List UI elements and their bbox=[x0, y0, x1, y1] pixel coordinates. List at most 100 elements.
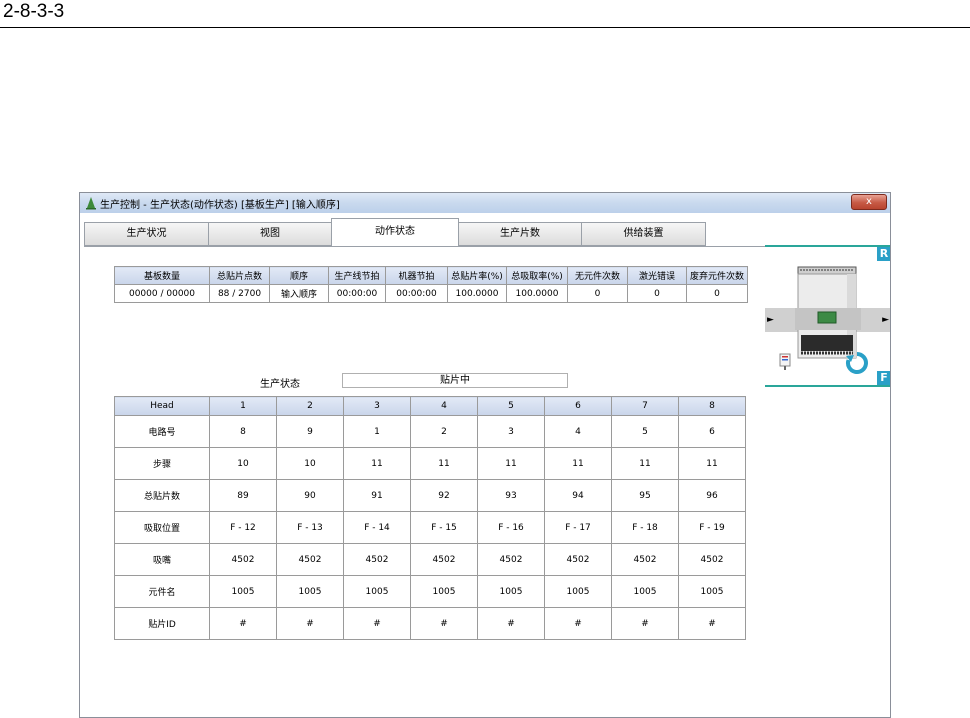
front-badge: F bbox=[877, 371, 890, 385]
tab-bar: 生产状况 视图 动作状态 生产片数 供给装置 bbox=[84, 218, 764, 247]
head-cell: # bbox=[343, 607, 411, 640]
head-number: 6 bbox=[544, 396, 612, 416]
head-row-label: 电路号 bbox=[114, 415, 210, 448]
head-number: 7 bbox=[611, 396, 679, 416]
production-control-window: 生产控制 - 生产状态(动作状态) [基板生产] [输入顺序] x 生产状况 视… bbox=[79, 192, 891, 718]
production-status-field: 贴片中 bbox=[342, 373, 568, 388]
tab-production-status[interactable]: 生产状况 bbox=[84, 222, 209, 246]
document-rule bbox=[0, 27, 970, 28]
head-cell: 4502 bbox=[544, 543, 612, 576]
head-row: 吸嘴 4502 4502 4502 4502 4502 4502 4502 4502 bbox=[114, 543, 746, 576]
summary-value: 0 bbox=[686, 284, 748, 303]
head-number: 3 bbox=[343, 396, 411, 416]
head-cell: F - 19 bbox=[678, 511, 746, 544]
head-header-label: Head bbox=[114, 396, 210, 416]
head-cell: 11 bbox=[477, 447, 545, 480]
head-row: 步骤 10 10 11 11 11 11 11 11 bbox=[114, 447, 746, 480]
tab-view[interactable]: 视图 bbox=[208, 222, 332, 246]
summary-header: 机器节拍 bbox=[385, 266, 448, 285]
head-cell: 93 bbox=[477, 479, 545, 512]
head-cell: 1005 bbox=[477, 575, 545, 608]
summary-header: 生产线节拍 bbox=[328, 266, 386, 285]
app-icon bbox=[86, 197, 96, 210]
summary-header: 基板数量 bbox=[114, 266, 210, 285]
summary-header: 总贴片率(%) bbox=[447, 266, 507, 285]
summary-value: 输入顺序 bbox=[269, 284, 329, 303]
close-button[interactable]: x bbox=[851, 194, 887, 210]
summary-value: 00:00:00 bbox=[385, 284, 448, 303]
rear-badge: R bbox=[877, 247, 890, 261]
window-title: 生产控制 - 生产状态(动作状态) [基板生产] [输入顺序] bbox=[100, 200, 340, 211]
head-cell: F - 14 bbox=[343, 511, 411, 544]
summary-value: 100.0000 bbox=[447, 284, 507, 303]
tab-production-count[interactable]: 生产片数 bbox=[458, 222, 582, 246]
panel-bottom-divider bbox=[765, 385, 890, 387]
head-cell: 11 bbox=[678, 447, 746, 480]
head-cell: 4502 bbox=[477, 543, 545, 576]
head-cell: 10 bbox=[276, 447, 344, 480]
head-cell: 1005 bbox=[544, 575, 612, 608]
summary-value: 100.0000 bbox=[506, 284, 568, 303]
head-cell: 1005 bbox=[410, 575, 478, 608]
conveyor-right-arrow-icon: ► bbox=[882, 315, 889, 325]
head-cell: 1005 bbox=[611, 575, 679, 608]
head-cell: 92 bbox=[410, 479, 478, 512]
summary-value: 0 bbox=[627, 284, 687, 303]
head-cell: 1005 bbox=[209, 575, 277, 608]
head-cell: # bbox=[209, 607, 277, 640]
head-header-row: Head 1 2 3 4 5 6 7 8 bbox=[114, 396, 746, 416]
head-cell: 8 bbox=[209, 415, 277, 448]
head-cell: 1005 bbox=[678, 575, 746, 608]
head-cell: 91 bbox=[343, 479, 411, 512]
summary-header: 总贴片点数 bbox=[209, 266, 270, 285]
head-cell: 5 bbox=[611, 415, 679, 448]
tab-feeder[interactable]: 供给装置 bbox=[581, 222, 706, 246]
tab-divider bbox=[84, 246, 766, 247]
head-number: 1 bbox=[209, 396, 277, 416]
head-cell: F - 16 bbox=[477, 511, 545, 544]
summary-value: 00:00:00 bbox=[328, 284, 386, 303]
head-row-label: 步骤 bbox=[114, 447, 210, 480]
summary-value: 00000 / 00000 bbox=[114, 284, 210, 303]
head-number: 5 bbox=[477, 396, 545, 416]
head-cell: 11 bbox=[611, 447, 679, 480]
summary-value: 0 bbox=[567, 284, 628, 303]
head-cell: 11 bbox=[544, 447, 612, 480]
head-cell: 4502 bbox=[343, 543, 411, 576]
head-cell: # bbox=[410, 607, 478, 640]
head-cell: 95 bbox=[611, 479, 679, 512]
summary-table: 基板数量 总贴片点数 顺序 生产线节拍 机器节拍 总贴片率(%) 总吸取率(%)… bbox=[114, 266, 748, 303]
head-cell: F - 17 bbox=[544, 511, 612, 544]
head-row: 吸取位置 F - 12 F - 13 F - 14 F - 15 F - 16 F - 17… bbox=[114, 511, 746, 544]
close-icon: x bbox=[866, 196, 872, 207]
conveyor-left-arrow-icon: ► bbox=[767, 315, 774, 325]
panel-top-divider bbox=[765, 245, 890, 247]
head-row-label: 元件名 bbox=[114, 575, 210, 608]
head-cell: 4 bbox=[544, 415, 612, 448]
head-cell: 96 bbox=[678, 479, 746, 512]
summary-header: 总吸取率(%) bbox=[506, 266, 568, 285]
head-row: 贴片ID # # # # # # # # bbox=[114, 607, 746, 640]
head-row: 总贴片数 89 90 91 92 93 94 95 96 bbox=[114, 479, 746, 512]
head-row-label: 贴片ID bbox=[114, 607, 210, 640]
head-cell: F - 15 bbox=[410, 511, 478, 544]
head-cell: 11 bbox=[410, 447, 478, 480]
rotate-icon[interactable] bbox=[845, 351, 869, 375]
head-number: 4 bbox=[410, 396, 478, 416]
head-cell: # bbox=[678, 607, 746, 640]
summary-header: 顺序 bbox=[269, 266, 329, 285]
head-cell: # bbox=[544, 607, 612, 640]
head-cell: 4502 bbox=[276, 543, 344, 576]
head-number: 2 bbox=[276, 396, 344, 416]
head-row-label: 吸取位置 bbox=[114, 511, 210, 544]
head-row-label: 吸嘴 bbox=[114, 543, 210, 576]
document-heading: 2-8-3-3 bbox=[3, 1, 65, 22]
head-cell: 1005 bbox=[343, 575, 411, 608]
title-bar[interactable]: 生产控制 - 生产状态(动作状态) [基板生产] [输入顺序] x bbox=[80, 193, 890, 213]
head-cell: 10 bbox=[209, 447, 277, 480]
tab-operation-status[interactable]: 动作状态 bbox=[331, 218, 459, 247]
head-number: 8 bbox=[678, 396, 746, 416]
head-cell: 9 bbox=[276, 415, 344, 448]
head-cell: 6 bbox=[678, 415, 746, 448]
head-cell: F - 12 bbox=[209, 511, 277, 544]
